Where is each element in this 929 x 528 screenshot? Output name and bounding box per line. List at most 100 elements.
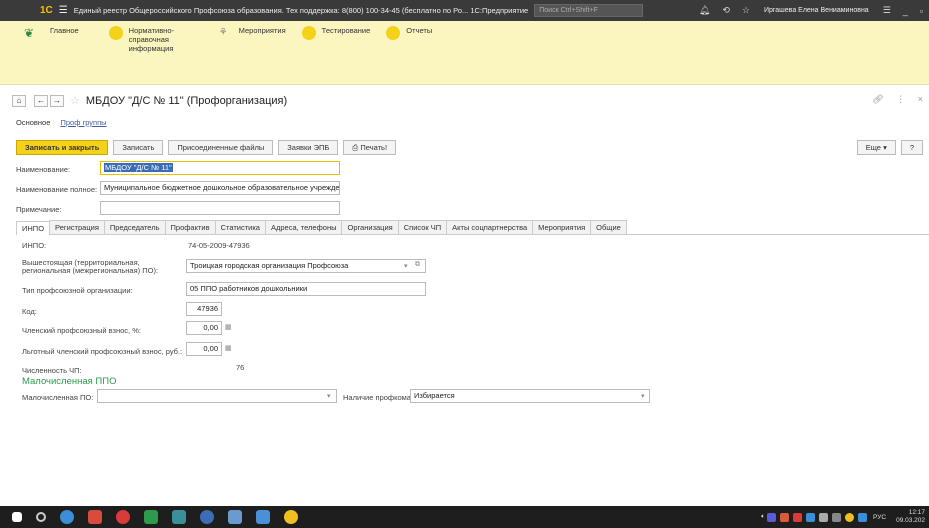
clock-time: 12:17	[908, 509, 925, 516]
section-reports[interactable]: Отчеты	[386, 26, 432, 40]
volume-icon[interactable]: 🔈︎	[761, 513, 765, 521]
user-name[interactable]: Иргашева Елена Вениаминовна	[764, 7, 869, 14]
restore-icon[interactable]: ▫	[920, 6, 923, 16]
print-button[interactable]: ⎙ Печать!	[343, 140, 397, 155]
section-label: Мероприятия	[238, 26, 286, 35]
small-org-label: Малочисленная ПО:	[22, 393, 94, 402]
app-icon-2[interactable]	[88, 510, 102, 524]
tab-organization[interactable]: Организация	[341, 220, 399, 234]
tab-inpo[interactable]: ИНПО	[16, 221, 51, 235]
search-input[interactable]: Поиск Ctrl+Shift+F	[534, 4, 643, 17]
code-field[interactable]: 47936	[186, 302, 222, 316]
events-icon: ⚘	[218, 27, 228, 38]
tray-icon-5[interactable]	[845, 512, 855, 522]
org-type-field[interactable]: 05 ППО работников дошкольники	[186, 282, 426, 296]
tray-icon-6[interactable]	[858, 512, 868, 522]
calculator-icon[interactable]: ▦	[225, 323, 232, 331]
app-icon-1[interactable]	[60, 510, 74, 524]
settings-menu-icon[interactable]: ☰	[883, 5, 891, 16]
favorite-star-icon[interactable]: ☆	[70, 94, 80, 107]
app-icon-6[interactable]	[200, 510, 214, 524]
tab-registration[interactable]: Регистрация	[49, 220, 105, 234]
tab-events[interactable]: Мероприятия	[532, 220, 592, 234]
tab-partnership-acts[interactable]: Акты соцпартнерства	[446, 220, 534, 234]
fullname-field[interactable]: Муниципальное бюджетное дошкольное образ…	[100, 181, 340, 195]
home-icon[interactable]: ⌂	[12, 94, 26, 107]
save-and-close-button[interactable]: Записать и закрыть	[16, 140, 109, 155]
history-icon[interactable]: ⟲	[722, 5, 730, 16]
search-icon[interactable]	[36, 512, 46, 522]
more-vertical-icon[interactable]: ⋮	[896, 94, 905, 104]
app-icon-7[interactable]	[228, 510, 242, 524]
tray-icon-1[interactable]	[767, 512, 777, 522]
section-circle-icon	[301, 26, 316, 40]
main-menu-icon[interactable]: ☰	[59, 5, 68, 16]
help-button[interactable]: ?	[900, 140, 923, 155]
window-title: Единый реестр Общероссийского Профсоюза …	[73, 6, 529, 15]
clock[interactable]: 12:17 09.03.202	[896, 509, 925, 525]
code-label: Код:	[22, 307, 37, 316]
windows-start-icon[interactable]	[12, 512, 22, 522]
battery-icon[interactable]	[832, 512, 842, 522]
open-windows-bar	[0, 55, 929, 85]
back-arrow-icon[interactable]: ←	[34, 94, 48, 107]
note-field[interactable]	[100, 201, 340, 215]
app-icon-3[interactable]	[116, 510, 130, 524]
open-link-icon[interactable]: ⧉	[415, 261, 420, 269]
form-subtabs: Основное Проф группы	[16, 118, 107, 127]
committee-label: Наличие профкома:	[343, 393, 414, 402]
section-circle-icon	[386, 26, 401, 40]
fee-field[interactable]: 0,00	[186, 321, 222, 335]
section-reference[interactable]: Нормативно-справочная информация	[108, 26, 203, 53]
section-circle-icon	[108, 26, 123, 40]
more-label: Еще	[865, 143, 881, 152]
tray-icon-4[interactable]	[806, 512, 816, 522]
section-main[interactable]: ❦ Главное	[24, 26, 79, 40]
fee-label: Членский профсоюзный взнос, %:	[22, 326, 141, 335]
save-button[interactable]: Записать	[113, 140, 164, 155]
name-field[interactable]: МБДОУ "Д/С № 11"	[100, 161, 340, 175]
clock-date: 09.03.202	[896, 517, 925, 524]
section-events[interactable]: ⚘ Мероприятия	[219, 26, 286, 40]
more-button[interactable]: Еще ▾	[856, 140, 896, 155]
forward-arrow-icon[interactable]: →	[50, 94, 64, 107]
small-org-field[interactable]	[97, 389, 337, 403]
subtab-main[interactable]: Основное	[16, 118, 50, 127]
tab-statistics[interactable]: Статистика	[214, 220, 266, 234]
tab-addresses[interactable]: Адреса, телефоны	[264, 220, 343, 234]
bell-icon[interactable]: 🔔︎	[699, 5, 710, 16]
app-icon-8[interactable]	[256, 510, 270, 524]
title-bar: 1С ☰ Единый реестр Общероссийского Профс…	[0, 0, 929, 21]
app-icon-1c[interactable]	[284, 510, 298, 524]
os-taskbar: 🔈︎ РУС 12:17 09.03.202	[0, 506, 929, 528]
network-icon[interactable]	[819, 512, 829, 522]
sections-panel: ❦ Главное Нормативно-справочная информац…	[0, 21, 929, 55]
dropdown-arrow-icon[interactable]: ▾	[641, 392, 645, 400]
print-label: Печать!	[360, 143, 388, 152]
attached-files-button[interactable]: Присоединенные файлы	[168, 140, 274, 155]
tray-icon-2[interactable]	[780, 512, 790, 522]
favorites-star-icon[interactable]: ☆	[742, 5, 750, 16]
dropdown-arrow-icon[interactable]: ▾	[327, 392, 331, 400]
language-indicator[interactable]: РУС	[873, 514, 886, 521]
inpo-value: 74-05-2009-47936	[188, 241, 250, 250]
tray-icon-3[interactable]	[793, 512, 803, 522]
tab-general[interactable]: Общие	[590, 220, 627, 234]
close-icon[interactable]: ×	[918, 94, 923, 104]
epb-requests-button[interactable]: Заявки ЭПБ	[278, 140, 339, 155]
link-icon[interactable]: 🔗︎	[872, 94, 883, 104]
section-testing[interactable]: Тестирование	[301, 26, 370, 40]
minimize-icon[interactable]: _	[903, 6, 908, 16]
tab-activists[interactable]: Профактив	[164, 220, 216, 234]
committee-field[interactable]: Избирается	[410, 389, 650, 403]
tab-members-list[interactable]: Список ЧП	[397, 220, 448, 234]
tab-chairman[interactable]: Председатель	[103, 220, 166, 234]
pref-fee-field[interactable]: 0,00	[186, 342, 222, 356]
dropdown-arrow-icon[interactable]: ▾	[404, 262, 408, 270]
app-icon-5[interactable]	[172, 510, 186, 524]
calculator-icon[interactable]: ▦	[225, 344, 232, 352]
app-icon-4[interactable]	[144, 510, 158, 524]
parent-org-field[interactable]: Троицкая городская организация Профсоюза	[186, 259, 426, 273]
subtab-groups[interactable]: Проф группы	[60, 118, 106, 127]
form-tabs: ИНПО Регистрация Председатель Профактив …	[16, 220, 929, 235]
